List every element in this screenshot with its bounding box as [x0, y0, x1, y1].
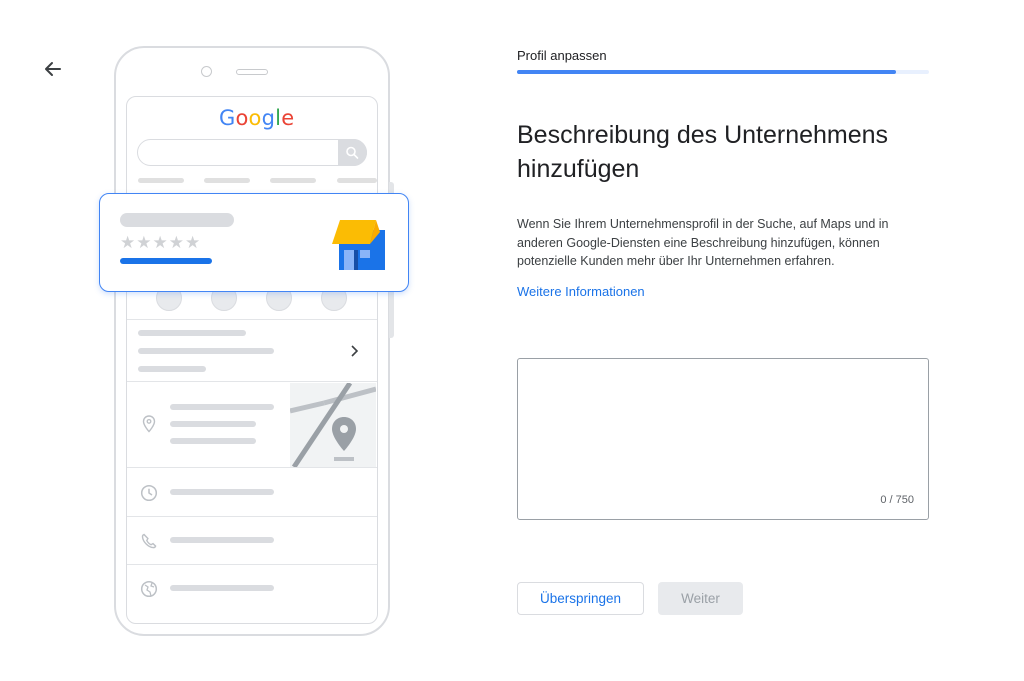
phone-screen	[126, 96, 378, 624]
illustration-tab-line	[138, 178, 184, 183]
google-logo: Google	[219, 106, 294, 131]
phone-icon	[141, 533, 157, 549]
illustration-text-line	[138, 348, 274, 354]
progress-bar	[517, 70, 897, 74]
illustration-text-line	[170, 404, 274, 410]
illustration-text-line	[170, 489, 274, 495]
illustration-text-line	[170, 537, 274, 543]
next-button[interactable]: Weiter	[658, 582, 743, 615]
learn-more-link[interactable]: Weitere Informationen	[517, 284, 645, 299]
illustration-tab-line	[204, 178, 250, 183]
illustration-tab-line	[337, 178, 377, 183]
illustration-divider	[127, 467, 377, 468]
storefront-icon	[332, 220, 385, 270]
illustration-divider	[127, 381, 377, 382]
logo-letter: e	[281, 106, 295, 130]
illustration-text-line	[138, 366, 206, 372]
page-title: Beschreibung des Unternehmens hinzufügen	[517, 121, 889, 183]
logo-letter: o	[235, 106, 249, 130]
search-icon	[346, 146, 359, 159]
back-button[interactable]	[40, 56, 66, 82]
description-text: Wenn Sie Ihrem Unternehmensprofil in der…	[517, 217, 889, 268]
illustration-map	[290, 383, 376, 467]
map-graphic	[290, 383, 376, 467]
step-label: Profil anpassen	[517, 48, 607, 63]
globe-icon	[140, 580, 158, 598]
illustration-divider	[127, 564, 377, 565]
illustration-tab-line	[270, 178, 316, 183]
logo-letter: G	[219, 106, 236, 130]
character-counter: 0 / 750	[880, 494, 914, 506]
description-input[interactable]	[528, 367, 920, 491]
illustration-text-line	[170, 421, 256, 427]
illustration-text-line	[170, 438, 256, 444]
phone-camera	[201, 66, 212, 77]
card-title-placeholder	[120, 213, 234, 227]
arrow-back-icon	[45, 62, 61, 76]
logo-letter: o	[248, 106, 262, 130]
illustration-text-line	[138, 330, 246, 336]
illustration-divider	[127, 516, 377, 517]
illustration-search-bar	[137, 139, 367, 166]
rating-stars: ★★★★★	[120, 233, 202, 252]
skip-button[interactable]: Überspringen	[517, 582, 644, 615]
card-accent-bar	[120, 258, 212, 264]
illustration-divider	[127, 319, 377, 320]
phone-speaker	[236, 69, 268, 75]
illustration-text-line	[170, 585, 274, 591]
location-pin-icon	[142, 415, 156, 433]
clock-icon	[140, 484, 158, 502]
chevron-right-icon	[351, 345, 359, 357]
illustration-search-button	[338, 139, 367, 166]
logo-letter: g	[261, 106, 276, 130]
